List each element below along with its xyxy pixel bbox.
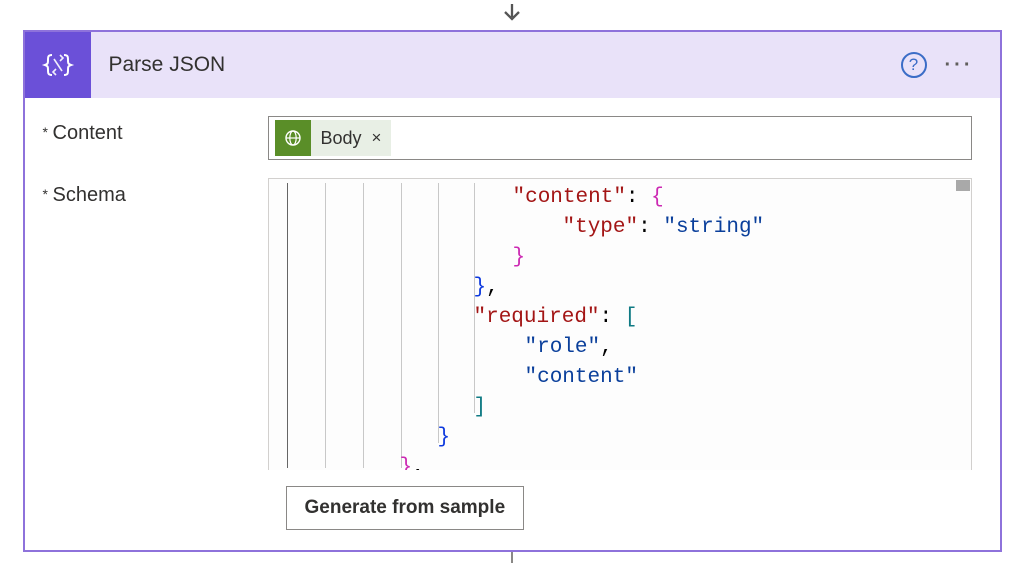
card-header[interactable]: Parse JSON ? ··· xyxy=(25,32,1000,98)
schema-field-row: Schema "content": {"type": "string"}},"r… xyxy=(43,178,972,470)
schema-label: Schema xyxy=(43,178,268,207)
parse-json-card[interactable]: Parse JSON ? ··· Content Body × xyxy=(23,30,1002,552)
content-label: Content xyxy=(43,116,268,145)
generate-from-sample-button[interactable]: Generate from sample xyxy=(286,486,525,530)
code-content: "content": {"type": "string"}},"required… xyxy=(269,179,971,470)
content-input[interactable]: Body × xyxy=(268,116,972,160)
more-menu-icon[interactable]: ··· xyxy=(945,54,974,77)
schema-editor[interactable]: "content": {"type": "string"}},"required… xyxy=(268,178,972,470)
help-icon[interactable]: ? xyxy=(901,52,927,78)
card-body: Content Body × Schema xyxy=(25,98,1000,550)
tag-label: Body xyxy=(321,128,362,149)
flow-connector-down xyxy=(511,552,513,563)
close-icon[interactable]: × xyxy=(372,128,382,148)
globe-icon xyxy=(275,120,311,156)
card-title: Parse JSON xyxy=(91,53,901,77)
json-braces-icon xyxy=(25,32,91,98)
flow-arrow-down-icon xyxy=(499,0,525,28)
content-field-row: Content Body × xyxy=(43,116,972,160)
body-tag[interactable]: Body × xyxy=(275,120,392,156)
